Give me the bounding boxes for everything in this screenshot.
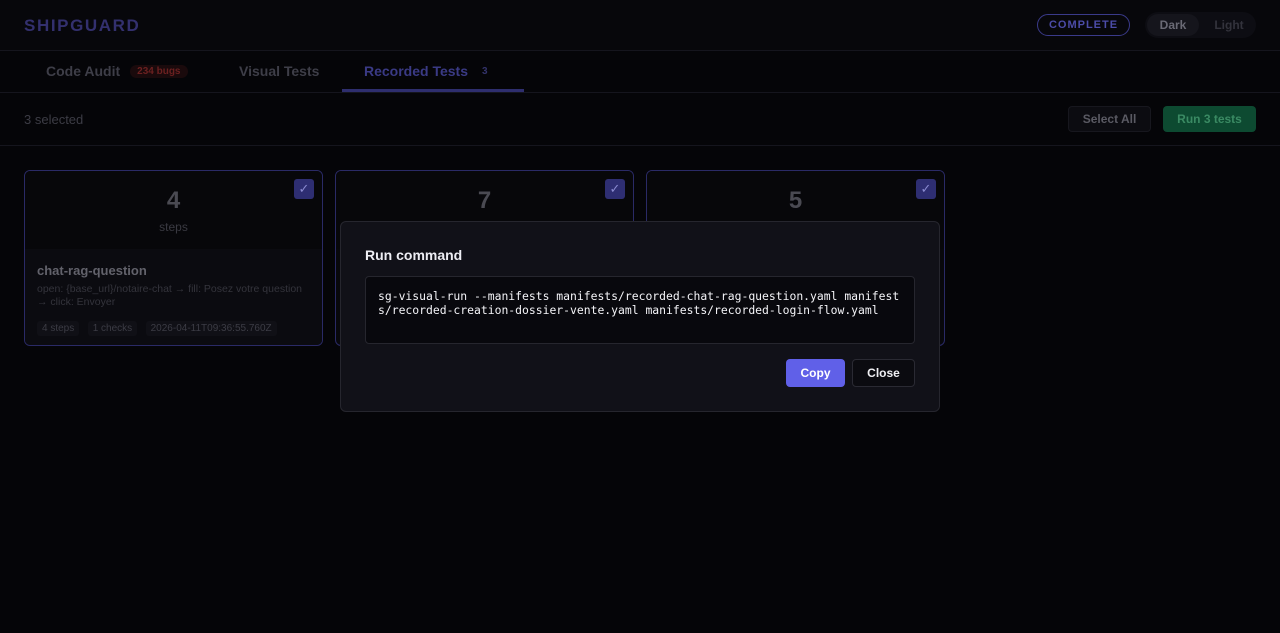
card-checkbox[interactable]: ✓	[605, 179, 625, 199]
theme-light-option[interactable]: Light	[1205, 14, 1253, 36]
status-badge: COMPLETE	[1037, 14, 1130, 36]
tab-visual-tests-label: Visual Tests	[239, 63, 320, 79]
selection-toolbar: 3 selected Select All Run 3 tests	[0, 93, 1280, 146]
meta-checks: 1 checks	[87, 321, 138, 336]
card-body: chat-rag-question open: {base_url}/notai…	[25, 249, 322, 345]
test-card[interactable]: 4 steps ✓ chat-rag-question open: {base_…	[24, 170, 323, 346]
command-text[interactable]: sg-visual-run --manifests manifests/reco…	[365, 276, 915, 344]
theme-toggle[interactable]: Dark Light	[1145, 12, 1256, 38]
step-count-label: steps	[159, 220, 188, 234]
app-header: SHIPGUARD COMPLETE Dark Light	[0, 0, 1280, 51]
brand-logo: SHIPGUARD	[24, 16, 141, 35]
copy-button[interactable]: Copy	[786, 359, 845, 387]
close-button[interactable]: Close	[852, 359, 915, 387]
tab-bar: Code Audit 234 bugs Visual Tests Recorded…	[0, 51, 1280, 93]
test-description: open: {base_url}/notaire-chat → fill: Po…	[37, 283, 302, 308]
run-tests-button[interactable]: Run 3 tests	[1163, 106, 1256, 132]
step-count: 5	[788, 187, 803, 214]
tab-code-audit[interactable]: Code Audit 234 bugs	[24, 51, 204, 92]
tab-code-audit-label: Code Audit	[46, 63, 121, 79]
card-header: 4 steps	[25, 171, 322, 249]
bug-count-badge: 234 bugs	[130, 64, 188, 78]
tab-recorded-tests[interactable]: Recorded Tests 3	[342, 51, 524, 92]
meta-timestamp: 2026-04-11T09:36:55.760Z	[145, 321, 277, 336]
step-count: 4	[166, 187, 181, 214]
run-command-dialog: Run command sg-visual-run --manifests ma…	[340, 221, 940, 412]
test-meta: 4 steps 1 checks 2026-04-11T09:36:55.760…	[37, 318, 281, 336]
theme-dark-option[interactable]: Dark	[1147, 14, 1199, 36]
recorded-count-badge: 3	[482, 65, 488, 77]
tab-recorded-tests-label: Recorded Tests	[364, 63, 468, 79]
dialog-title: Run command	[365, 247, 463, 263]
select-all-button[interactable]: Select All	[1068, 106, 1151, 132]
card-checkbox[interactable]: ✓	[294, 179, 314, 199]
meta-steps: 4 steps	[37, 321, 80, 336]
step-count: 7	[477, 187, 492, 214]
tab-visual-tests[interactable]: Visual Tests	[218, 51, 338, 92]
test-name: chat-rag-question	[37, 263, 147, 278]
card-checkbox[interactable]: ✓	[916, 179, 936, 199]
selected-count: 3 selected	[24, 112, 84, 127]
